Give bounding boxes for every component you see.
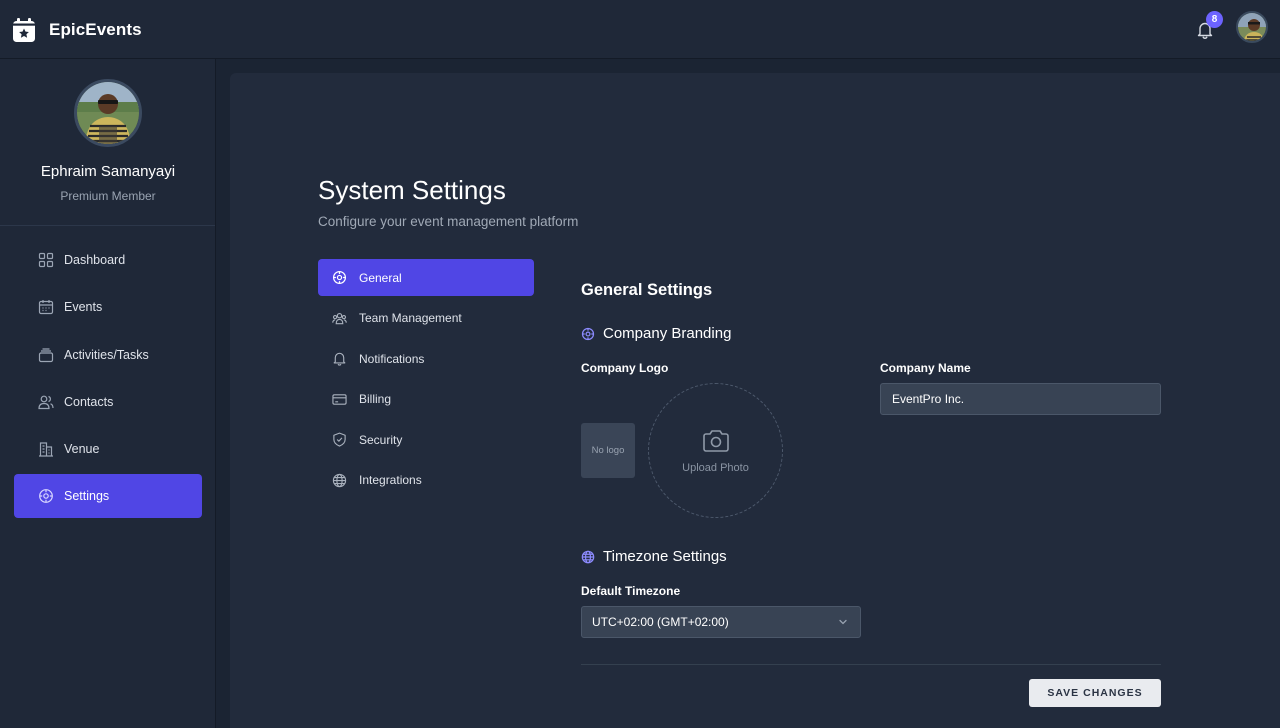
page-title: System Settings bbox=[318, 175, 506, 205]
save-changes-button[interactable]: SAVE CHANGES bbox=[1029, 679, 1161, 707]
sidebar-item-events[interactable]: Events bbox=[14, 285, 202, 329]
section-title: General Settings bbox=[581, 281, 713, 299]
sidebar-item-settings[interactable]: Settings bbox=[14, 474, 202, 519]
logo-placeholder: No logo bbox=[581, 423, 635, 478]
sidebar-item-activities[interactable]: Activities/Tasks bbox=[14, 333, 202, 377]
timezone-select[interactable]: UTC+02:00 (GMT+02:00) bbox=[581, 606, 861, 638]
calendar-star-icon bbox=[12, 17, 36, 43]
sidebar-item-dashboard[interactable]: Dashboard bbox=[14, 238, 202, 282]
grid-icon bbox=[38, 252, 54, 268]
camera-icon bbox=[702, 428, 730, 454]
sidebar-item-label: Contacts bbox=[64, 394, 114, 409]
company-name-label: Company Name bbox=[880, 361, 971, 375]
settings-icon bbox=[332, 270, 347, 285]
top-bar: EpicEvents 8 bbox=[0, 0, 1280, 59]
globe-icon bbox=[581, 550, 595, 564]
branding-heading: Company Branding bbox=[581, 325, 731, 342]
main-panel: System Settings Configure your event man… bbox=[230, 73, 1280, 728]
user-avatar[interactable] bbox=[1236, 11, 1268, 43]
settings-tab-label: Billing bbox=[359, 392, 392, 406]
sidebar-nav: Dashboard Events Activities/Tasks Contac… bbox=[14, 238, 202, 522]
app-name: EpicEvents bbox=[49, 20, 142, 39]
sidebar-item-contacts[interactable]: Contacts bbox=[14, 380, 202, 424]
stack-icon bbox=[38, 347, 54, 363]
profile-name: Ephraim Samanyayi bbox=[40, 163, 176, 180]
company-name-input[interactable] bbox=[880, 383, 1161, 415]
settings-tab-label: Security bbox=[359, 432, 403, 447]
footer-divider bbox=[581, 664, 1161, 665]
settings-tab-label: Notifications bbox=[359, 351, 425, 366]
sidebar-item-label: Dashboard bbox=[64, 253, 126, 267]
settings-tab-notifications[interactable]: Notifications bbox=[318, 340, 534, 377]
sidebar-divider bbox=[0, 225, 215, 226]
settings-tab-integrations[interactable]: Integrations bbox=[318, 462, 534, 499]
sidebar-item-label: Activities/Tasks bbox=[64, 347, 149, 362]
profile-avatar[interactable] bbox=[74, 79, 142, 147]
chevron-down-icon bbox=[838, 617, 848, 627]
settings-tab-billing[interactable]: Billing bbox=[318, 381, 534, 418]
team-icon bbox=[332, 311, 347, 326]
settings-tab-label: Team Management bbox=[359, 311, 462, 325]
settings-tab-label: General bbox=[359, 270, 402, 285]
bell-icon bbox=[332, 351, 347, 366]
sidebar-item-label: Events bbox=[64, 300, 103, 315]
globe-icon bbox=[332, 473, 347, 488]
settings-tab-security[interactable]: Security bbox=[318, 421, 534, 458]
sidebar-item-label: Venue bbox=[64, 442, 100, 457]
upload-photo-button[interactable]: Upload Photo bbox=[648, 383, 783, 518]
timezone-selected-value: UTC+02:00 (GMT+02:00) bbox=[592, 615, 729, 629]
settings-icon bbox=[38, 488, 54, 504]
credit-card-icon bbox=[332, 392, 347, 407]
page-subtitle: Configure your event management platform bbox=[318, 214, 579, 229]
settings-tab-general[interactable]: General bbox=[318, 259, 534, 296]
timezone-heading-text: Timezone Settings bbox=[603, 548, 727, 565]
notification-count-badge: 8 bbox=[1206, 11, 1223, 28]
branding-heading-text: Company Branding bbox=[603, 325, 732, 342]
shield-icon bbox=[332, 432, 347, 447]
upload-photo-label: Upload Photo bbox=[682, 461, 749, 474]
building-icon bbox=[38, 441, 54, 457]
sidebar: Ephraim Samanyayi Premium Member Dashboa… bbox=[0, 59, 216, 728]
settings-icon bbox=[581, 327, 595, 341]
brand[interactable]: EpicEvents bbox=[12, 17, 142, 43]
settings-nav: General Team Management Notifications Bi… bbox=[318, 259, 534, 502]
timezone-heading: Timezone Settings bbox=[581, 548, 727, 565]
users-icon bbox=[38, 394, 54, 410]
calendar-icon bbox=[38, 299, 54, 315]
sidebar-item-label: Settings bbox=[64, 489, 110, 504]
settings-tab-label: Integrations bbox=[359, 473, 422, 487]
default-timezone-label: Default Timezone bbox=[581, 584, 681, 598]
company-logo-label: Company Logo bbox=[581, 361, 669, 375]
sidebar-item-venue[interactable]: Venue bbox=[14, 427, 202, 471]
settings-tab-team-management[interactable]: Team Management bbox=[318, 300, 534, 337]
profile-role: Premium Member bbox=[60, 189, 156, 203]
